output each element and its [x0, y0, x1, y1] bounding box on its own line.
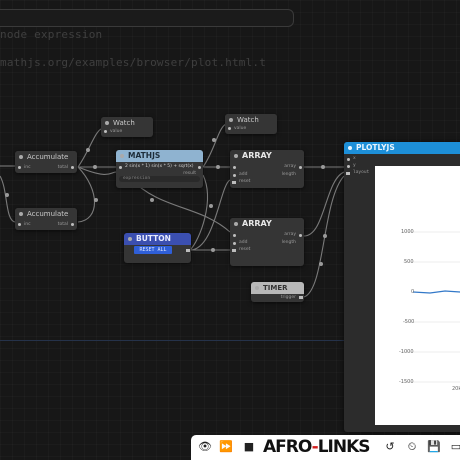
- output-port-dot[interactable]: [71, 223, 74, 226]
- url-text: mathjs.org/examples/browser/plot.html.t: [0, 56, 267, 69]
- array-node-title: ARRAY: [230, 150, 304, 162]
- fast-forward-icon[interactable]: ⏩: [218, 439, 234, 455]
- plotlyjs-node[interactable]: PLOTLYJS x y layout 1000 500 0 -500 -100…: [344, 142, 460, 432]
- output-port-dot[interactable]: [299, 234, 302, 237]
- watch-node-title: Watch: [225, 114, 277, 126]
- input-port-dot[interactable]: [233, 242, 236, 245]
- accumulate-node-1[interactable]: Accumulate inc total: [15, 151, 77, 173]
- reset-port[interactable]: [232, 181, 236, 184]
- output-port-dot[interactable]: [198, 166, 201, 169]
- accumulate-node-title: Accumulate: [15, 151, 77, 163]
- plotlyjs-node-title: PLOTLYJS: [344, 142, 460, 154]
- history-icon[interactable]: ↺: [382, 439, 398, 455]
- port-label: inc: [24, 222, 31, 227]
- port-label: reset: [239, 247, 251, 252]
- y-tick-label: -500: [403, 319, 415, 325]
- port-label: array: [284, 232, 296, 237]
- y-tick-label: 500: [404, 259, 414, 265]
- eye-icon[interactable]: 👁: [197, 439, 213, 455]
- watch-node-2[interactable]: Watch value: [225, 114, 277, 134]
- input-port-dot[interactable]: [119, 166, 122, 169]
- mathjs-node[interactable]: MATHJS 2 sin(x * 1) sin(x * 5) + sqrt(x)…: [116, 150, 203, 188]
- input-port-dot[interactable]: [18, 223, 21, 226]
- timer-node[interactable]: TIMER trigger: [251, 282, 304, 302]
- button-node[interactable]: BUTTON RESET ALL: [124, 233, 191, 263]
- port-label: total: [57, 222, 68, 227]
- mathjs-node-title: MATHJS: [116, 150, 203, 162]
- y-tick-label: -1000: [399, 349, 414, 355]
- port-label: length: [281, 172, 296, 177]
- port-label: y: [353, 163, 356, 168]
- input-port-dot[interactable]: [228, 127, 231, 130]
- search-bar[interactable]: [0, 9, 294, 27]
- port-label: value: [234, 126, 247, 131]
- panel-icon[interactable]: ▭: [448, 439, 460, 455]
- afro-links-logo: AFRO-LINKS: [263, 437, 371, 457]
- port-label: length: [281, 240, 296, 245]
- port-label: add: [239, 240, 248, 245]
- port-label: inc: [24, 165, 31, 170]
- port-label: trigger: [280, 295, 296, 300]
- array-node-2[interactable]: ARRAY add reset array length: [230, 218, 304, 266]
- input-port-dot[interactable]: [104, 130, 107, 133]
- y-tick-label: -1500: [399, 379, 414, 385]
- plot-svg: [403, 231, 460, 383]
- output-port[interactable]: [186, 249, 190, 252]
- input-port-dot[interactable]: [347, 165, 350, 168]
- y-tick-label: 0: [411, 289, 415, 295]
- stop-icon[interactable]: ■: [241, 439, 257, 455]
- output-port[interactable]: [299, 296, 303, 299]
- array-node-title: ARRAY: [230, 218, 304, 230]
- input-port-dot[interactable]: [233, 174, 236, 177]
- port-label: reset: [239, 179, 251, 184]
- input-port-dot[interactable]: [233, 166, 236, 169]
- plot-line: [412, 290, 460, 294]
- port-label: add: [239, 172, 248, 177]
- watch-node-1[interactable]: Watch value: [101, 117, 153, 137]
- node-editor-canvas[interactable]: node expression mathjs.org/examples/brow…: [0, 0, 460, 460]
- port-label: array: [284, 164, 296, 169]
- layout-port[interactable]: [346, 172, 350, 175]
- input-port-dot[interactable]: [233, 234, 236, 237]
- array-node-1[interactable]: ARRAY add reset array length: [230, 150, 304, 188]
- input-port-dot[interactable]: [18, 166, 21, 169]
- port-label: value: [110, 129, 123, 134]
- plot-area[interactable]: 1000 500 0 -500 -1000 -1500 20k: [375, 166, 460, 425]
- watch-node-title: Watch: [101, 117, 153, 129]
- button-node-title: BUTTON: [124, 233, 191, 245]
- output-port-dot[interactable]: [71, 166, 74, 169]
- accumulate-node-title: Accumulate: [15, 208, 77, 220]
- accumulate-node-2[interactable]: Accumulate inc total: [15, 208, 77, 230]
- bottom-toolbar: 👁 ⏩ ■ AFRO-LINKS ↺ ⏲ 💾 ▭: [191, 435, 460, 460]
- port-label: total: [57, 165, 68, 170]
- expression-text: node expression: [0, 28, 103, 41]
- timer-node-title: TIMER: [251, 282, 304, 294]
- y-tick-label: 1000: [401, 229, 414, 235]
- port-label: x: [353, 156, 356, 161]
- reset-port[interactable]: [232, 249, 236, 252]
- timer-icon[interactable]: ⏲: [404, 439, 420, 455]
- output-port-dot[interactable]: [299, 166, 302, 169]
- formula-label: 2 sin(x * 1) sin(x * 5) + sqrt(x): [125, 164, 194, 169]
- canvas-divider: [0, 340, 345, 341]
- x-tick-label: 20k: [452, 386, 460, 392]
- reset-all-button[interactable]: RESET ALL: [134, 246, 172, 254]
- expression-input[interactable]: expression: [119, 176, 200, 182]
- save-icon[interactable]: 💾: [426, 439, 442, 455]
- input-port-dot[interactable]: [347, 158, 350, 161]
- port-label: layout: [353, 170, 370, 175]
